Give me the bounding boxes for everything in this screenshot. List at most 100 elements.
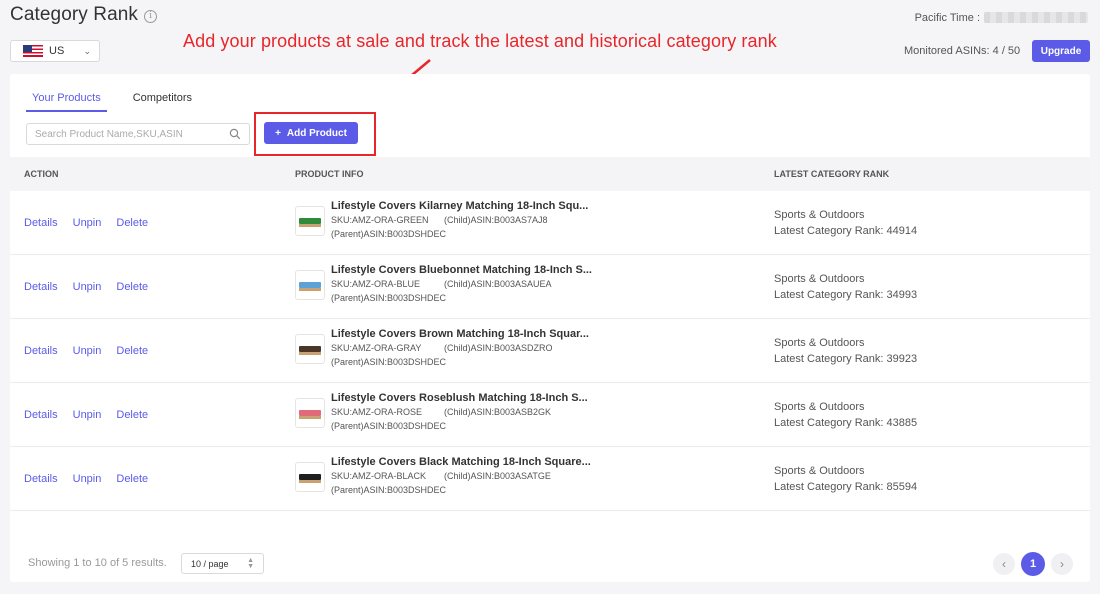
pagination: ‹ 1 › (993, 552, 1073, 576)
product-info: Lifestyle Covers Roseblush Matching 18-I… (331, 392, 588, 435)
header-action: ACTION (24, 169, 59, 179)
add-product-highlight: + Add Product (254, 112, 376, 156)
page-title: Category Rank (10, 4, 139, 25)
info-icon[interactable]: i (144, 9, 158, 23)
product-thumbnail[interactable] (295, 270, 325, 300)
product-title: Lifestyle Covers Brown Matching 18-Inch … (331, 328, 589, 340)
cushion-icon (299, 410, 321, 419)
tab-your-products[interactable]: Your Products (26, 90, 107, 112)
category-rank: Latest Category Rank: 44914 (774, 225, 918, 237)
monitored-asins: Monitored ASINs: 4 / 50 (904, 45, 1021, 57)
table-row: Details Unpin Delete Lifestyle Covers Bl… (10, 447, 1090, 511)
row-actions: Details Unpin Delete (24, 255, 148, 319)
rank-info: Sports & Outdoors Latest Category Rank: … (774, 399, 917, 431)
search-box (26, 123, 250, 145)
product-info: Lifestyle Covers Kilarney Matching 18-In… (331, 200, 588, 243)
unpin-link[interactable]: Unpin (73, 345, 102, 357)
category-rank: Latest Category Rank: 43885 (774, 417, 918, 429)
child-asin: (Child)ASIN:B003ASATGE (444, 471, 551, 481)
unpin-link[interactable]: Unpin (73, 473, 102, 485)
child-asin: (Child)ASIN:B003AS7AJ8 (444, 215, 548, 225)
details-link[interactable]: Details (24, 409, 58, 421)
rank-info: Sports & Outdoors Latest Category Rank: … (774, 463, 917, 495)
details-link[interactable]: Details (24, 473, 58, 485)
child-asin: (Child)ASIN:B003ASDZRO (444, 343, 553, 353)
delete-link[interactable]: Delete (116, 217, 148, 229)
table-row: Details Unpin Delete Lifestyle Covers Ki… (10, 191, 1090, 255)
table-row: Details Unpin Delete Lifestyle Covers Ro… (10, 383, 1090, 447)
parent-asin: (Parent)ASIN:B003DSHDEC (331, 357, 447, 367)
tab-bar: Your Products Competitors (26, 90, 198, 112)
table-row: Details Unpin Delete Lifestyle Covers Bl… (10, 255, 1090, 319)
cushion-icon (299, 218, 321, 227)
delete-link[interactable]: Delete (116, 345, 148, 357)
cushion-icon (299, 346, 321, 355)
product-sku: SKU:AMZ-ORA-GRAY (331, 343, 422, 353)
search-icon[interactable] (229, 128, 241, 140)
prev-page-button[interactable]: ‹ (993, 553, 1015, 575)
rank-info: Sports & Outdoors Latest Category Rank: … (774, 271, 917, 303)
pacific-time-value (984, 12, 1088, 23)
header-latest-rank: LATEST CATEGORY RANK (774, 169, 890, 179)
details-link[interactable]: Details (24, 217, 58, 229)
product-sku: SKU:AMZ-ORA-BLACK (331, 471, 427, 481)
rank-info: Sports & Outdoors Latest Category Rank: … (774, 207, 917, 239)
tab-competitors[interactable]: Competitors (127, 90, 198, 112)
row-actions: Details Unpin Delete (24, 319, 148, 383)
child-asin: (Child)ASIN:B003ASAUEA (444, 279, 552, 289)
product-sku: SKU:AMZ-ORA-BLUE (331, 279, 421, 289)
results-summary: Showing 1 to 10 of 5 results. (28, 557, 167, 569)
parent-asin: (Parent)ASIN:B003DSHDEC (331, 485, 447, 495)
stepper-icon: ▲ ▼ (247, 556, 254, 570)
row-actions: Details Unpin Delete (24, 447, 148, 511)
product-title: Lifestyle Covers Bluebonnet Matching 18-… (331, 264, 592, 276)
product-thumbnail[interactable] (295, 334, 325, 364)
category-name: Sports & Outdoors (774, 273, 865, 285)
details-link[interactable]: Details (24, 345, 58, 357)
plus-icon: + (275, 127, 281, 139)
cushion-icon (299, 282, 321, 291)
page-header: Category Rank i (10, 4, 158, 26)
unpin-link[interactable]: Unpin (73, 217, 102, 229)
country-label: US (49, 45, 65, 57)
pacific-time-label: Pacific Time : (914, 12, 980, 24)
parent-asin: (Parent)ASIN:B003DSHDEC (331, 421, 447, 431)
table-body: Details Unpin Delete Lifestyle Covers Ki… (10, 191, 1090, 511)
category-name: Sports & Outdoors (774, 465, 865, 477)
page-button-current[interactable]: 1 (1021, 552, 1045, 576)
product-info: Lifestyle Covers Bluebonnet Matching 18-… (331, 264, 592, 307)
country-select[interactable]: US ⌄ (10, 40, 100, 62)
rank-info: Sports & Outdoors Latest Category Rank: … (774, 335, 917, 367)
us-flag-icon (23, 45, 43, 57)
page-size-select[interactable]: 10 / page ▲ ▼ (181, 553, 264, 574)
delete-link[interactable]: Delete (116, 473, 148, 485)
annotation-text: Add your products at sale and track the … (183, 31, 777, 51)
product-thumbnail[interactable] (295, 398, 325, 428)
row-actions: Details Unpin Delete (24, 191, 148, 255)
delete-link[interactable]: Delete (116, 281, 148, 293)
search-input[interactable] (35, 128, 229, 140)
product-title: Lifestyle Covers Black Matching 18-Inch … (331, 456, 591, 468)
details-link[interactable]: Details (24, 281, 58, 293)
add-product-label: Add Product (286, 127, 347, 139)
table-header: ACTION PRODUCT INFO LATEST CATEGORY RANK (10, 157, 1090, 191)
table-row: Details Unpin Delete Lifestyle Covers Br… (10, 319, 1090, 383)
product-thumbnail[interactable] (295, 462, 325, 492)
product-title: Lifestyle Covers Kilarney Matching 18-In… (331, 200, 589, 212)
unpin-link[interactable]: Unpin (73, 409, 102, 421)
delete-link[interactable]: Delete (116, 409, 148, 421)
child-asin: (Child)ASIN:B003ASB2GK (444, 407, 552, 417)
unpin-link[interactable]: Unpin (73, 281, 102, 293)
header-product-info: PRODUCT INFO (295, 169, 364, 179)
category-rank: Latest Category Rank: 34993 (774, 289, 918, 301)
cushion-icon (299, 474, 321, 483)
main-card: Your Products Competitors + Add Product … (10, 74, 1090, 582)
category-rank: Latest Category Rank: 85594 (774, 481, 918, 493)
category-name: Sports & Outdoors (774, 337, 865, 349)
add-product-button[interactable]: + Add Product (264, 122, 358, 144)
next-page-button[interactable]: › (1051, 553, 1073, 575)
product-thumbnail[interactable] (295, 206, 325, 236)
row-actions: Details Unpin Delete (24, 383, 148, 447)
product-info: Lifestyle Covers Brown Matching 18-Inch … (331, 328, 589, 371)
upgrade-button[interactable]: Upgrade (1032, 40, 1090, 62)
